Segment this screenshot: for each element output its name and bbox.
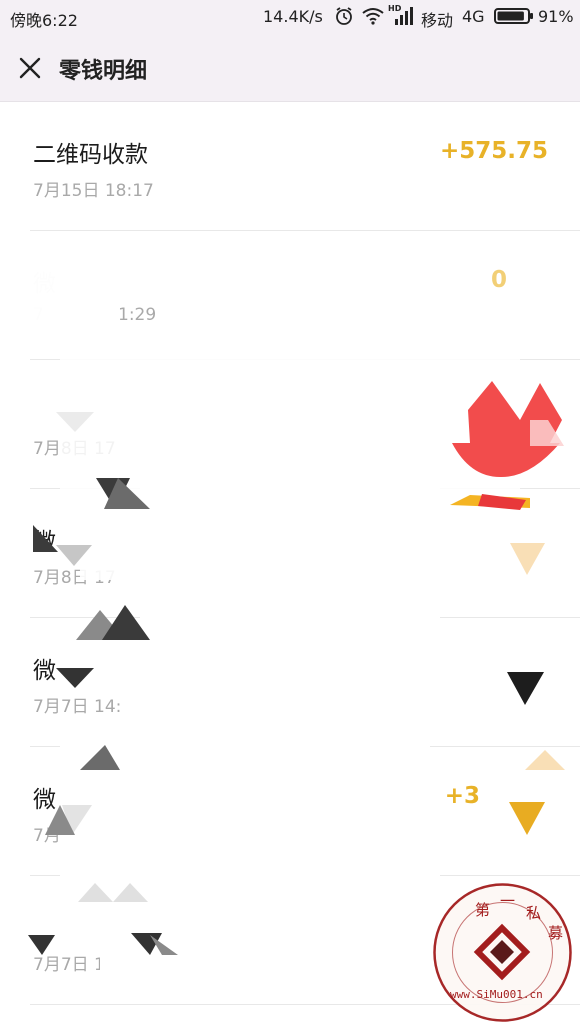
transaction-time: 7月8日 17	[33, 439, 116, 459]
status-bar: 傍晚6:22 14.4K/s HD 移动 4G 91%	[0, 0, 580, 34]
transaction-row[interactable]: 微 7月8日 17	[0, 489, 580, 618]
transaction-time: 7月7日 13:20	[33, 955, 144, 975]
transaction-time: 7月7日 14:48	[33, 697, 144, 717]
transaction-time: 7	[33, 305, 44, 325]
transaction-time: 7月8日 17	[33, 568, 116, 588]
close-icon	[19, 57, 41, 79]
transaction-title: 微	[33, 271, 56, 297]
battery-icon	[494, 8, 533, 24]
alarm-icon	[336, 7, 352, 25]
status-time: 傍晚6:22	[10, 11, 78, 30]
title-bar: 零钱明细	[0, 34, 580, 102]
svg-text:一: 一	[500, 892, 515, 910]
transaction-title: 微	[33, 529, 56, 555]
page-title: 零钱明细	[59, 59, 148, 84]
transaction-title: 微	[33, 658, 56, 684]
battery-percentage: 91%	[538, 7, 574, 26]
watermark-logo-icon: 第 一 私 募 www.SiMu001.cn	[433, 883, 572, 1022]
transaction-time: 7月15日 18:17	[33, 181, 154, 201]
transaction-time: 7月	[33, 826, 61, 846]
wifi-icon	[362, 8, 384, 25]
transaction-row[interactable]: 7月8日 17	[0, 360, 580, 489]
svg-text:www.SiMu001.cn: www.SiMu001.cn	[450, 988, 543, 1001]
transaction-amount: +3	[444, 783, 480, 809]
svg-text:第: 第	[475, 901, 490, 919]
transaction-row[interactable]: 微 7 1:29 0	[0, 231, 580, 360]
transaction-row[interactable]: 微 7月7日 14:48	[0, 618, 580, 747]
transaction-title: 二维码收款	[33, 142, 148, 168]
svg-text:私: 私	[526, 904, 541, 922]
transaction-time-tail: 1:29	[118, 305, 157, 325]
watermark-seal: 第 一 私 募 www.SiMu001.cn	[430, 880, 575, 1025]
transaction-title: 微	[33, 787, 56, 813]
network-speed: 14.4K/s	[263, 7, 323, 26]
carrier-label: 移动	[421, 11, 454, 30]
signal-icon	[395, 7, 413, 25]
transaction-row[interactable]: 二维码收款 7月15日 18:17 +575.75	[0, 102, 580, 231]
transaction-list: 二维码收款 7月15日 18:17 +575.75 微 7 1:29 0 7月8…	[0, 102, 580, 1005]
network-type: 4G	[462, 7, 485, 26]
transaction-row[interactable]: 微 7月 +3	[0, 747, 580, 876]
transaction-amount: 0	[490, 267, 507, 293]
transaction-amount: +575.75	[439, 138, 548, 164]
close-button[interactable]	[10, 48, 50, 88]
svg-text:募: 募	[548, 924, 563, 942]
